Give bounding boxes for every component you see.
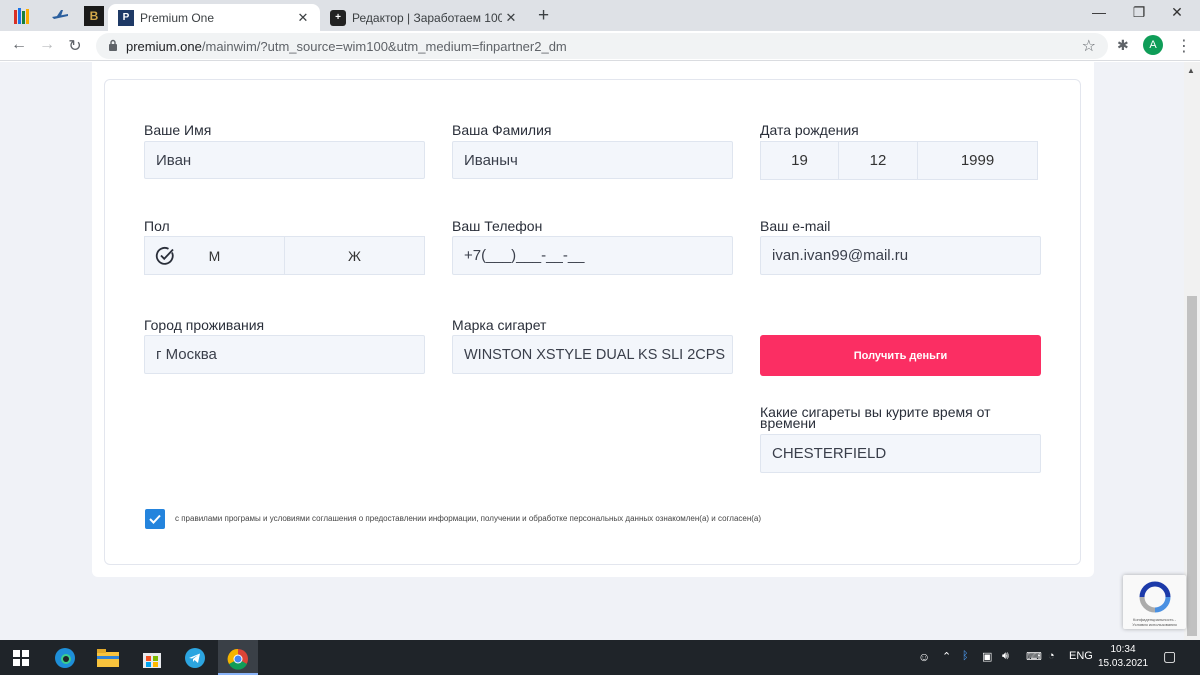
menu-kebab-icon[interactable]: ⋮	[1176, 36, 1192, 56]
get-money-button[interactable]: Получить деньги	[760, 335, 1041, 376]
url-text: premium.one/mainwim/?utm_source=wim100&u…	[126, 39, 567, 54]
close-window-button[interactable]: ✕	[1162, 4, 1192, 21]
wifi-icon[interactable]: ◔	[1048, 650, 1055, 662]
gender-female-option[interactable]: Ж	[284, 236, 425, 275]
url-path: /mainwim/?utm_source=wim100&utm_medium=f…	[201, 39, 567, 54]
phone-label: Ваш Телефон	[452, 218, 543, 234]
recaptcha-logo-icon	[1139, 581, 1171, 613]
birth-year-input[interactable]: 1999	[917, 141, 1038, 180]
people-icon[interactable]: ☺	[918, 650, 930, 664]
scroll-thumb[interactable]	[1187, 296, 1197, 636]
taskbar-clock[interactable]: 10:34 15.03.2021	[1098, 643, 1148, 671]
clock-date: 15.03.2021	[1098, 658, 1149, 669]
bookmark-star-icon[interactable]: ☆	[1082, 36, 1096, 56]
premium-one-favicon-icon: P	[118, 9, 134, 26]
maximize-button[interactable]: ❐	[1124, 4, 1154, 21]
last-name-label: Ваша Фамилия	[452, 122, 552, 138]
recaptcha-terms[interactable]: Конфиденциальность - Условия использован…	[1125, 617, 1184, 627]
extensions-puzzle-icon[interactable]: ✱	[1117, 37, 1129, 54]
new-tab-button[interactable]: +	[538, 5, 549, 27]
address-bar[interactable]: premium.one/mainwim/?utm_source=wim100&u…	[96, 33, 1108, 59]
tab-editor[interactable]: + Редактор | Заработаем 100 рубл ✕	[320, 4, 528, 31]
file-explorer-icon[interactable]	[97, 647, 119, 669]
cigarette-brand-input[interactable]: WINSTON XSTYLE DUAL KS SLI 2CPS	[452, 335, 733, 374]
birth-day-input[interactable]: 19	[760, 141, 839, 180]
forward-arrow-icon[interactable]: →	[38, 36, 56, 54]
city-label: Город проживания	[144, 317, 265, 333]
first-name-input[interactable]: Иван	[144, 141, 425, 179]
city-input[interactable]: г Москва	[144, 335, 425, 374]
tab-premium-one[interactable]: P Premium One ✕	[108, 4, 320, 31]
windows-taskbar: ☺ ⌃ ᛒ ▣ 🔊︎ ⌨ ◔ ENG ▢	[0, 640, 1200, 675]
email-input[interactable]: ivan.ivan99@mail.ru	[760, 236, 1041, 275]
page-scrollbar[interactable]: ▲	[1184, 62, 1200, 640]
birth-date-label: Дата рождения	[760, 122, 859, 138]
editor-plus-favicon-icon: +	[330, 9, 346, 26]
gender-female-label: Ж	[348, 247, 361, 264]
browser-toolbar: ← → ↻ premium.one/mainwim/?utm_source=wi…	[0, 31, 1200, 61]
url-host: premium.one	[126, 39, 202, 54]
gender-male-label: М	[208, 247, 221, 264]
gender-label: Пол	[144, 218, 170, 234]
phone-input[interactable]: +7(___)___-__-__	[452, 236, 733, 275]
cigarette-brand-label: Марка сигарет	[452, 317, 547, 333]
back-arrow-icon[interactable]: ←	[10, 36, 28, 54]
gender-male-option[interactable]: М	[144, 236, 285, 275]
keyboard-icon[interactable]: ⌨	[1026, 650, 1042, 663]
tab-title: Premium One	[140, 10, 215, 25]
clock-time: 10:34	[1110, 644, 1136, 655]
bluetooth-icon[interactable]: ᛒ	[962, 650, 969, 662]
agreement-checkbox[interactable]	[145, 509, 165, 529]
reload-icon[interactable]: ↻	[66, 36, 84, 56]
windows-start-icon[interactable]	[10, 647, 32, 669]
pinned-tab-airplane-icon[interactable]	[50, 6, 70, 26]
profile-avatar[interactable]: A	[1143, 35, 1163, 55]
display-icon[interactable]: ▣	[982, 650, 992, 663]
tray-chevron-icon[interactable]: ⌃	[942, 650, 951, 663]
pinned-tab-library-icon[interactable]	[13, 6, 33, 26]
language-indicator[interactable]: ENG	[1069, 650, 1093, 662]
lock-icon	[109, 39, 117, 51]
occasional-cigarettes-input[interactable]: CHESTERFIELD	[760, 434, 1041, 473]
minimize-button[interactable]: —	[1084, 4, 1114, 20]
birth-month-input[interactable]: 12	[838, 141, 918, 180]
occasional-cigarettes-label: Какие сигареты вы курите время от времен…	[760, 405, 991, 430]
email-label: Ваш e-mail	[760, 218, 831, 234]
agreement-text: с правилами програмы и условиями соглаше…	[175, 514, 762, 523]
pinned-tab-b-icon[interactable]: B	[84, 6, 104, 26]
tab-close-icon[interactable]: ✕	[502, 9, 520, 27]
telegram-icon[interactable]	[184, 647, 206, 669]
chrome-running-icon[interactable]	[218, 640, 258, 675]
checked-circle-icon	[155, 246, 174, 265]
notifications-icon[interactable]: ▢	[1163, 648, 1176, 665]
tab-close-icon[interactable]: ✕	[294, 9, 312, 27]
tab-strip: B P Premium One ✕ + Редактор | Заработае…	[0, 0, 1200, 31]
edge-browser-icon[interactable]	[54, 647, 76, 669]
last-name-input[interactable]: Иваныч	[452, 141, 733, 179]
scroll-up-arrow-icon[interactable]: ▲	[1187, 66, 1195, 75]
first-name-label: Ваше Имя	[144, 122, 212, 138]
recaptcha-badge[interactable]: Конфиденциальность - Условия использован…	[1123, 575, 1186, 629]
checkbox-check-icon	[149, 514, 161, 524]
tab-title: Редактор | Заработаем 100 рубл	[352, 10, 502, 25]
volume-icon[interactable]: 🔊︎	[1002, 650, 1009, 663]
store-icon[interactable]	[141, 647, 163, 669]
